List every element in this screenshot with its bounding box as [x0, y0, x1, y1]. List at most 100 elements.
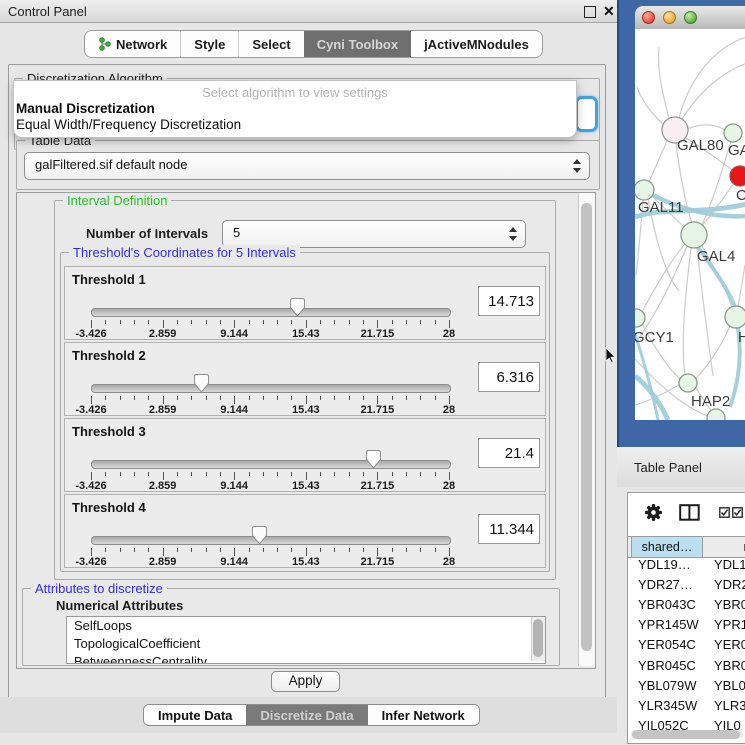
network-node[interactable]: [724, 124, 742, 142]
node-label: HAP2: [691, 393, 730, 410]
horizontal-scrollbar-thumb[interactable]: [632, 730, 740, 739]
slider-thumb[interactable]: [290, 298, 305, 317]
slider-ticks: [91, 320, 449, 328]
algorithm-combobox[interactable]: [575, 96, 598, 132]
tab-cyni-toolbox[interactable]: Cyni Toolbox: [304, 31, 411, 57]
attribute-item-selfloops[interactable]: SelfLoops: [67, 617, 545, 635]
network-edge[interactable]: [642, 245, 684, 312]
numerical-attributes-label: Numerical Attributes: [56, 598, 183, 613]
slider-track[interactable]: [91, 536, 451, 545]
network-edge[interactable]: [702, 183, 734, 226]
combobox-spinner-icon[interactable]: [572, 159, 581, 173]
slider-track[interactable]: [91, 460, 451, 469]
threshold-value-field[interactable]: [478, 362, 540, 392]
network-edge[interactable]: [683, 248, 691, 375]
network-edge[interactable]: [637, 87, 663, 124]
slider-track[interactable]: [91, 308, 451, 317]
bottom-tab-discretize-data[interactable]: Discretize Data: [246, 705, 367, 725]
network-canvas[interactable]: GAL80GACGAL11GAL4GCY1HHAP2: [635, 29, 745, 420]
bottom-tab-impute-data[interactable]: Impute Data: [144, 705, 246, 725]
threshold-slider[interactable]: -3.4262.8599.14415.4321.71528: [91, 371, 449, 413]
bottom-tab-infer-network[interactable]: Infer Network: [368, 705, 479, 725]
table-row[interactable]: YBL079WYBL0: [628, 678, 745, 698]
threshold-row: Threshold 2 -3.4262.8599.14415.4321.7152…: [64, 342, 546, 416]
network-edge[interactable]: [649, 141, 667, 182]
minimize-traffic-light-icon[interactable]: [663, 11, 676, 24]
slider-tick-labels: -3.4262.8599.14415.4321.71528: [91, 556, 449, 568]
attribute-item-topologicalcoefficient[interactable]: TopologicalCoefficient: [67, 635, 545, 653]
slider-tick-label: 21.715: [361, 328, 395, 340]
checkbox-icon[interactable]: [732, 507, 743, 518]
table-row[interactable]: YDL19…YDL1: [628, 557, 745, 577]
slider-tick-label: 21.715: [361, 480, 395, 492]
slider-tick-label: 2.859: [149, 328, 177, 340]
numerical-attributes-list[interactable]: SelfLoopsTopologicalCoefficientBetweenne…: [66, 616, 546, 664]
threshold-value-field[interactable]: [478, 438, 540, 468]
tab-jactivemnodules[interactable]: jActiveMNodules: [411, 31, 542, 57]
network-node[interactable]: [730, 166, 745, 186]
combobox-spinner-icon[interactable]: [508, 227, 517, 241]
network-window-titlebar[interactable]: [635, 6, 745, 29]
table-row[interactable]: YLR345WYLR3: [628, 698, 745, 718]
threshold-value-field[interactable]: [478, 514, 540, 544]
slider-thumb[interactable]: [252, 526, 267, 545]
dropdown-placeholder-option[interactable]: Select algorithm to view settings: [14, 84, 576, 101]
slider-track[interactable]: [91, 384, 451, 393]
network-edge[interactable]: [682, 63, 745, 119]
close-traffic-light-icon[interactable]: [642, 11, 655, 24]
network-edge[interactable]: [687, 125, 725, 130]
tab-select[interactable]: Select: [238, 31, 303, 57]
table-row[interactable]: YPR145WYPR1: [628, 617, 745, 637]
network-node[interactable]: [635, 309, 645, 327]
network-node[interactable]: [707, 409, 725, 420]
threshold-slider[interactable]: -3.4262.8599.14415.4321.71528: [91, 523, 449, 565]
table-row[interactable]: YER054CYER0: [628, 637, 745, 657]
number-of-intervals-combobox[interactable]: 5: [222, 220, 526, 248]
node-table-panel: shared… n YDL19…YDL1YDR27…YDR2YBR043CYBR…: [627, 492, 745, 744]
attributes-group-title: Attributes to discretize: [31, 581, 167, 596]
table-row[interactable]: YBR045CYBR0: [628, 658, 745, 678]
network-edge[interactable]: [638, 246, 687, 339]
slider-thumb[interactable]: [194, 374, 209, 393]
checkbox-icon[interactable]: [719, 507, 730, 518]
split-columns-icon[interactable]: [679, 504, 700, 521]
dropdown-option-equal-width-frequency-discretization[interactable]: Equal Width/Frequency Discretization: [14, 117, 576, 133]
network-edge[interactable]: [738, 265, 745, 306]
table-row[interactable]: YBR043CYBR0: [628, 597, 745, 617]
threshold-slider[interactable]: -3.4262.8599.14415.4321.71528: [91, 295, 449, 337]
apply-button[interactable]: Apply: [271, 671, 340, 692]
table-data-combobox-value: galFiltered.sif default node: [35, 157, 187, 172]
threshold-slider[interactable]: -3.4262.8599.14415.4321.71528: [91, 447, 449, 489]
threshold-value-field[interactable]: [478, 286, 540, 316]
slider-tick-label: -3.426: [75, 480, 106, 492]
slider-thumb[interactable]: [366, 450, 381, 469]
dropdown-option-manual-discretization[interactable]: Manual Discretization: [14, 101, 576, 117]
horizontal-scrollbar[interactable]: [631, 730, 743, 739]
zoom-traffic-light-icon[interactable]: [684, 11, 697, 24]
tab-network[interactable]: Network: [85, 31, 180, 57]
network-node[interactable]: [635, 180, 654, 200]
network-edge[interactable]: [679, 37, 745, 118]
column-header-name[interactable]: n: [702, 537, 745, 557]
table-data-combobox[interactable]: galFiltered.sif default node: [24, 152, 590, 180]
column-header-shared-name[interactable]: shared…: [631, 537, 703, 557]
slider-tick-label: 15.43: [292, 556, 320, 568]
tab-label: Style: [194, 37, 225, 52]
attribute-item-betweennesscentrality[interactable]: BetweennessCentrality: [67, 653, 545, 664]
network-node[interactable]: [679, 374, 697, 392]
table-row[interactable]: YDR27…YDR2: [628, 577, 745, 597]
network-edge[interactable]: [696, 326, 730, 378]
vertical-scrollbar-thumb[interactable]: [581, 203, 592, 651]
close-icon[interactable]: ✕: [603, 4, 615, 18]
network-node[interactable]: [725, 306, 745, 328]
gear-icon[interactable]: [644, 503, 663, 522]
list-scrollbar[interactable]: [531, 617, 545, 661]
network-edge[interactable]: [658, 47, 669, 118]
network-edge-highlighted[interactable]: [635, 376, 668, 420]
network-node[interactable]: [681, 222, 707, 248]
list-scrollbar-thumb[interactable]: [533, 619, 543, 657]
vertical-scrollbar[interactable]: [578, 193, 595, 666]
slider-ticks: [91, 396, 449, 404]
float-window-icon[interactable]: [584, 6, 596, 18]
tab-style[interactable]: Style: [180, 31, 238, 57]
